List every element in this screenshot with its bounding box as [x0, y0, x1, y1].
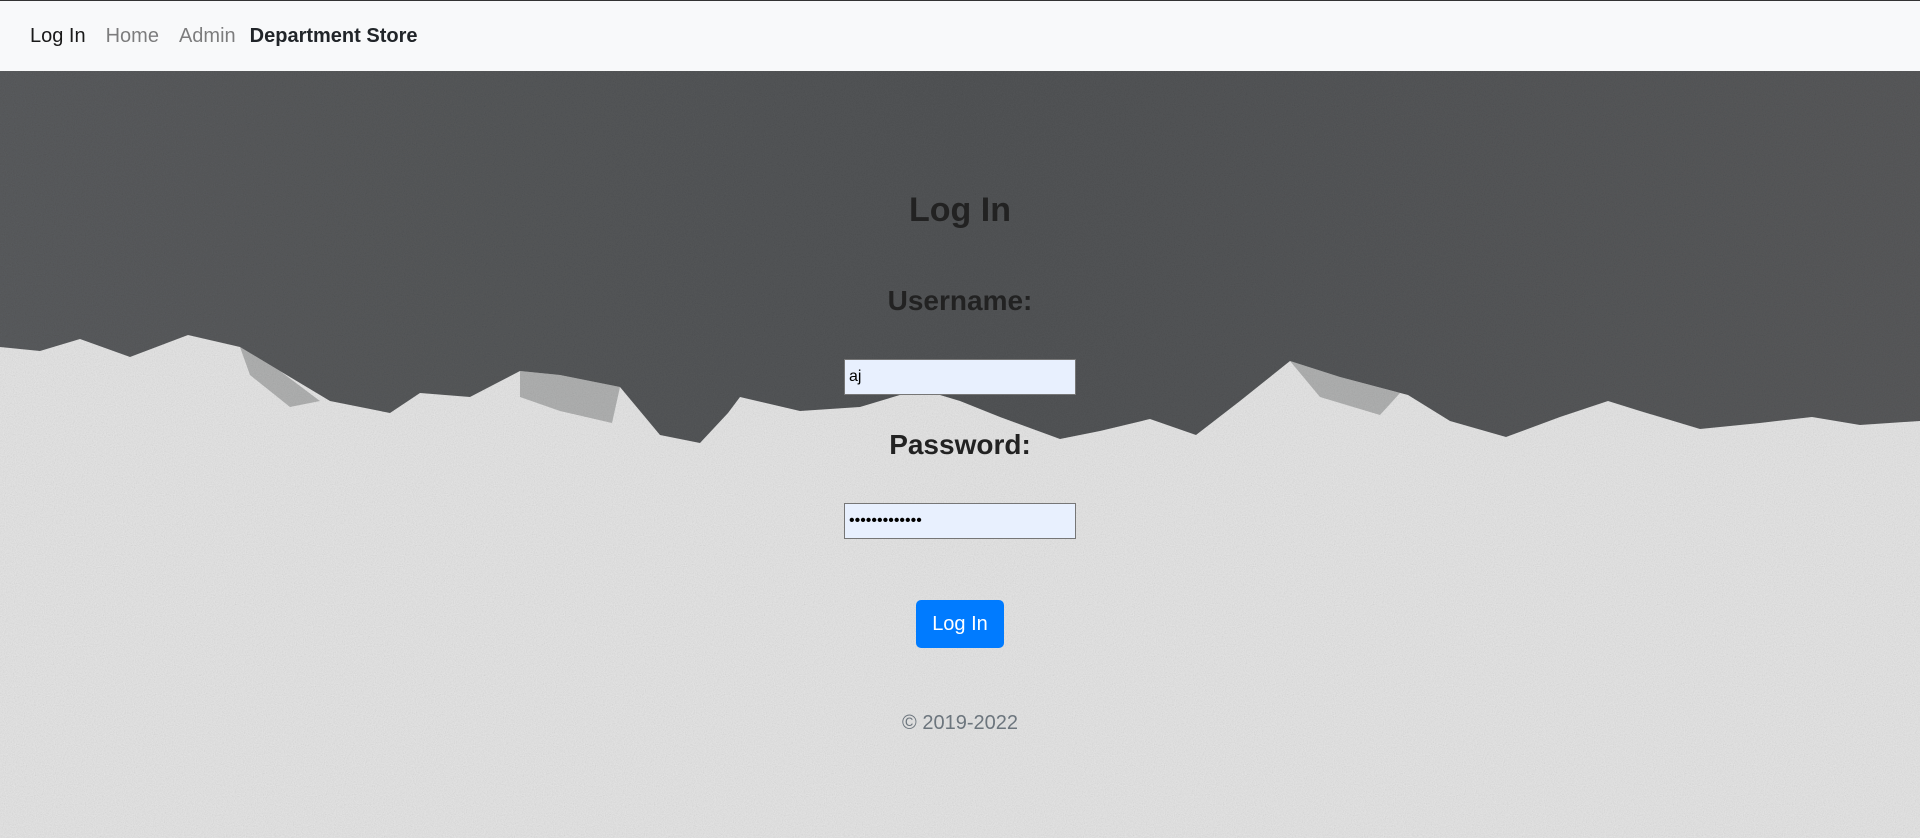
navbar: Log In Home Admin Department Store — [0, 0, 1920, 71]
nav-login-link[interactable]: Log In — [30, 25, 86, 48]
password-input[interactable] — [844, 503, 1076, 539]
login-button[interactable]: Log In — [916, 600, 1004, 648]
nav-admin-link[interactable]: Admin — [179, 25, 236, 48]
footer-copyright: © 2019-2022 — [902, 712, 1018, 734]
username-label: Username: — [887, 285, 1033, 316]
nav-home-link[interactable]: Home — [106, 25, 159, 48]
login-panel: Log In Username: Password: Log In © 2019… — [0, 71, 1920, 838]
username-input[interactable] — [844, 359, 1076, 395]
brand-title[interactable]: Department Store — [250, 25, 418, 48]
login-title: Log In — [909, 191, 1011, 229]
password-label: Password: — [889, 429, 1031, 460]
